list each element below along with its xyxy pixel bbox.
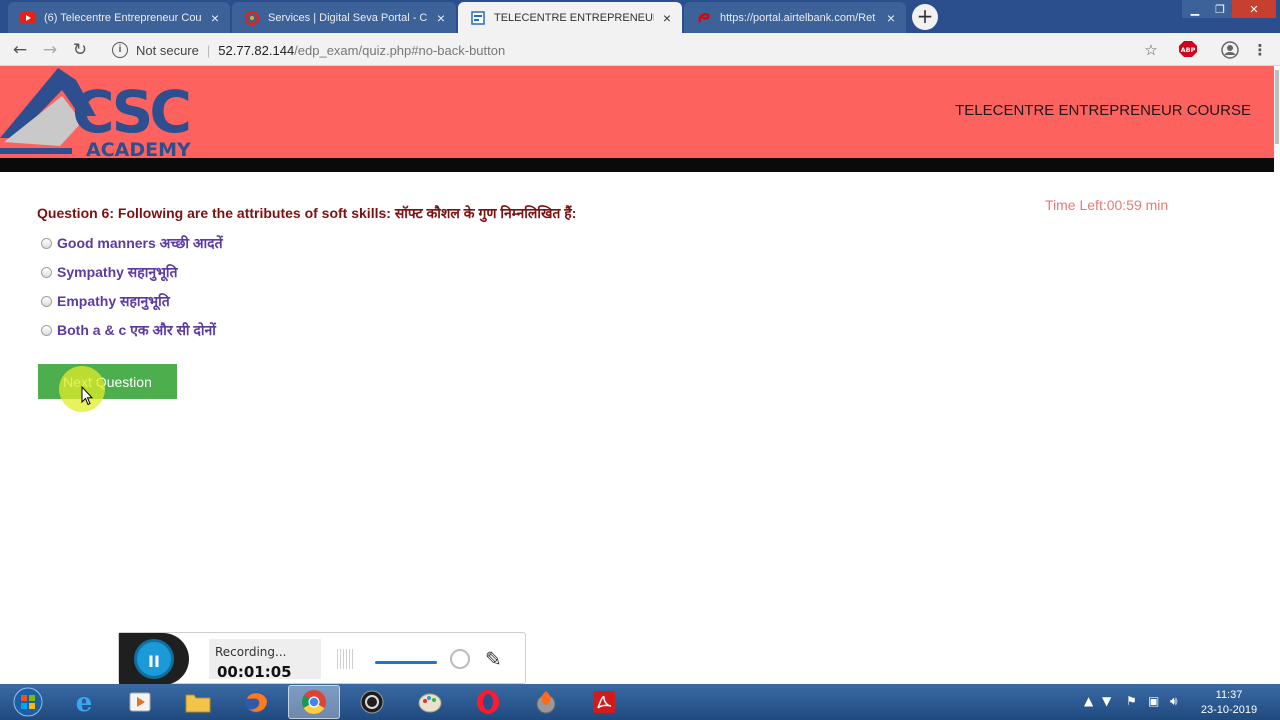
tab-close-icon[interactable]: × xyxy=(208,10,222,26)
chrome-icon[interactable] xyxy=(288,685,340,719)
page-icon xyxy=(470,10,486,25)
clock-date: 23-10-2019 xyxy=(1200,704,1258,716)
network-icon[interactable]: ▣ xyxy=(1148,694,1159,708)
tab-youtube[interactable]: (6) Telecentre Entrepreneur Cour × xyxy=(8,2,230,33)
windows-taskbar: e ▲ ▼ ⚑ ▣ 🔊︎ xyxy=(0,684,1280,720)
acrobat-reader-icon[interactable] xyxy=(578,685,630,719)
option-label: Good manners अच्छी आदतें xyxy=(57,235,223,251)
tab-close-icon[interactable]: × xyxy=(660,10,674,26)
digital-seva-icon xyxy=(244,10,260,25)
volume-icon[interactable]: 🔊︎ xyxy=(1170,694,1178,709)
course-title: TELECENTRE ENTREPRENEUR COURSE xyxy=(955,102,1251,119)
start-button-icon[interactable] xyxy=(2,685,54,719)
profile-icon[interactable] xyxy=(1221,41,1239,59)
opera-icon[interactable] xyxy=(462,685,514,719)
option-d[interactable]: Both a & c एक और सी दोनों xyxy=(41,321,216,340)
radio-button[interactable] xyxy=(41,238,52,249)
url-host: 52.77.82.144 xyxy=(218,42,295,58)
tab-telecentre[interactable]: TELECENTRE ENTREPRENEUR CO × xyxy=(458,2,682,33)
browser-toolbar: ← → ↻ i Not secure | 52.77.82.144 /edp_e… xyxy=(0,33,1280,66)
tab-digital-seva[interactable]: Services | Digital Seva Portal - CS × xyxy=(232,2,456,33)
header-bottom-bar xyxy=(0,158,1274,172)
tab-close-icon[interactable]: × xyxy=(884,10,898,26)
maximize-button[interactable]: ❐ xyxy=(1208,0,1232,18)
media-player-icon[interactable] xyxy=(114,685,166,719)
time-left: Time Left:00:59 min xyxy=(1045,197,1169,213)
option-label: Empathy सहानुभूति xyxy=(57,293,170,309)
address-separator: | xyxy=(206,42,211,58)
info-icon[interactable]: i xyxy=(112,42,128,58)
option-label: Both a & c एक और सी दोनों xyxy=(57,322,216,338)
tray-expand-icon[interactable]: ▲ xyxy=(1084,694,1093,708)
clock-time: 11:37 xyxy=(1215,689,1243,701)
pencil-icon[interactable]: ✎ xyxy=(485,647,502,671)
screen-recorder-widget: II Recording... 00:01:05 ✎ xyxy=(118,632,526,685)
logo-text-academy: ACADEMY xyxy=(86,139,191,158)
file-explorer-icon[interactable] xyxy=(172,685,224,719)
internet-explorer-icon[interactable]: e xyxy=(58,685,110,719)
audio-level-icon xyxy=(337,649,353,669)
radio-button[interactable] xyxy=(41,267,52,278)
tab-close-icon[interactable]: × xyxy=(434,10,448,26)
bookmark-star-icon[interactable]: ☆ xyxy=(1141,41,1161,59)
close-window-button[interactable]: ✕ xyxy=(1232,0,1276,18)
tab-airtel[interactable]: https://portal.airtelbank.com/Ret × xyxy=(684,2,906,33)
pause-recording-button[interactable]: II xyxy=(134,639,174,679)
radio-button[interactable] xyxy=(41,325,52,336)
adblock-icon[interactable]: ABP xyxy=(1179,41,1197,57)
tab-title: (6) Telecentre Entrepreneur Cour xyxy=(44,11,202,24)
new-tab-button[interactable]: + xyxy=(912,4,938,30)
option-label: Sympathy सहानुभूति xyxy=(57,264,178,280)
svg-text:e: e xyxy=(76,688,93,716)
reload-icon[interactable]: ↻ xyxy=(69,39,91,61)
paint-icon[interactable] xyxy=(404,685,456,719)
burner-app-icon[interactable] xyxy=(520,685,572,719)
webcam-icon[interactable] xyxy=(450,649,470,669)
app-globe-icon[interactable] xyxy=(346,685,398,719)
back-arrow-icon[interactable]: ← xyxy=(9,39,31,61)
scrollbar-thumb[interactable] xyxy=(1275,70,1279,144)
question-text: Question 6: Following are the attributes… xyxy=(37,205,577,221)
menu-kebab-icon[interactable]: ⋮ xyxy=(1252,41,1268,59)
youtube-icon xyxy=(20,11,36,25)
address-bar[interactable]: i Not secure | 52.77.82.144 /edp_exam/qu… xyxy=(104,37,1174,63)
recording-elapsed-time: 00:01:05 xyxy=(217,663,292,681)
tab-title: https://portal.airtelbank.com/Ret xyxy=(720,11,876,24)
url-path: /edp_exam/quiz.php#no-back-button xyxy=(294,42,506,58)
tab-title: TELECENTRE ENTREPRENEUR CO xyxy=(494,11,654,24)
option-a[interactable]: Good manners अच्छी आदतें xyxy=(41,234,223,253)
radio-button[interactable] xyxy=(41,296,52,307)
firefox-icon[interactable] xyxy=(230,685,282,719)
logo-text-csc: CSC xyxy=(72,78,188,146)
minimize-button[interactable]: ▁ xyxy=(1182,0,1208,18)
action-center-flag-icon[interactable]: ⚑ xyxy=(1126,694,1137,708)
recording-status-label: Recording... xyxy=(215,645,287,659)
recording-status: Recording... 00:01:05 xyxy=(209,639,321,681)
volume-slider[interactable] xyxy=(375,661,437,664)
csc-academy-logo[interactable]: CSC ACADEMY xyxy=(0,66,200,161)
option-c[interactable]: Empathy सहानुभूति xyxy=(41,292,170,311)
option-b[interactable]: Sympathy सहानुभूति xyxy=(41,263,178,282)
tray-app-icon[interactable]: ▼ xyxy=(1102,694,1111,708)
forward-arrow-icon[interactable]: → xyxy=(39,39,61,61)
browser-tab-strip: (6) Telecentre Entrepreneur Cour × Servi… xyxy=(0,0,1280,33)
security-label: Not secure xyxy=(136,42,199,58)
taskbar-clock[interactable]: 11:37 23-10-2019 xyxy=(1196,688,1262,718)
mouse-cursor-icon xyxy=(81,385,94,410)
airtel-icon xyxy=(696,11,712,25)
adblock-badge: ABP xyxy=(1181,46,1196,54)
tab-title: Services | Digital Seva Portal - CS xyxy=(268,11,428,24)
